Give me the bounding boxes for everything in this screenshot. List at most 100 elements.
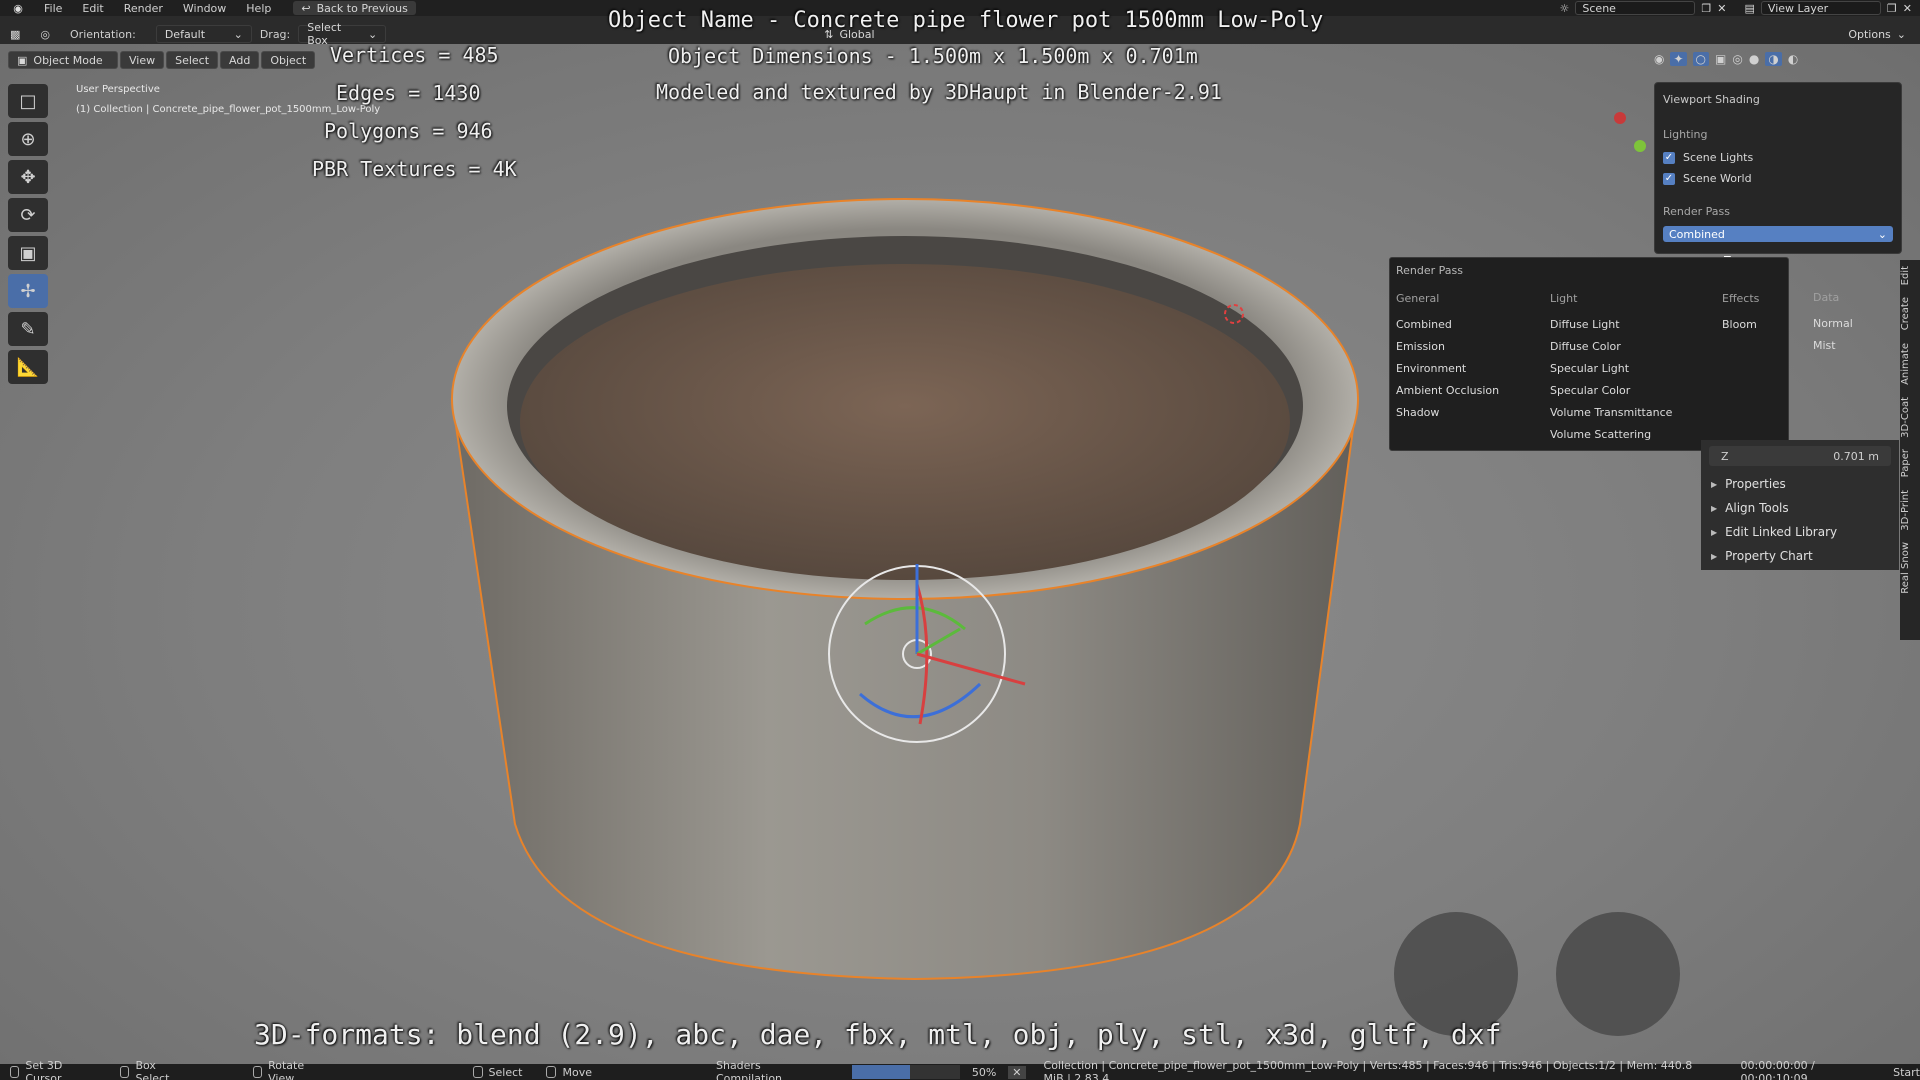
render-pass-item-diffuse-color[interactable]: Diffuse Color [1550, 336, 1700, 358]
cursor-tool-icon[interactable]: ⊕ [8, 122, 48, 156]
scene-icon[interactable]: ☼ [1560, 2, 1570, 15]
xray-icon[interactable]: ▣ [1715, 52, 1726, 66]
object-mode-icon: ▣ [17, 53, 28, 67]
select-menu[interactable]: Select [166, 51, 219, 69]
menu-window[interactable]: Window [173, 2, 236, 15]
annotate-tool-icon[interactable]: ✎ [8, 312, 48, 346]
transform-tool-icon[interactable]: ✢ [8, 274, 48, 308]
menu-render[interactable]: Render [114, 2, 173, 15]
render-pass-item-shadow[interactable]: Shadow [1396, 402, 1546, 424]
render-pass-item-ambient-occlusion[interactable]: Ambient Occlusion [1396, 380, 1546, 402]
mouse-right-icon [546, 1066, 557, 1078]
render-pass-general-column: General Combined Emission Environment Am… [1396, 292, 1546, 424]
wireframe-shading-icon[interactable]: ◎ [1732, 52, 1742, 66]
disclosure-triangle-icon: ▶ [1711, 479, 1718, 489]
perspective-label: User Perspective [76, 84, 160, 95]
panel-align-tools[interactable]: ▶ Align Tools [1701, 496, 1899, 520]
render-pass-item-specular-color[interactable]: Specular Color [1550, 380, 1700, 402]
chevron-down-icon: ⌄ [368, 27, 378, 41]
editor-type-icon[interactable]: ▩ [10, 28, 20, 41]
tab-edit[interactable]: Edit [1900, 260, 1911, 291]
copy-layer-icon[interactable]: ❐ [1887, 2, 1897, 15]
scene-statistics: Collection | Concrete_pipe_flower_pot_15… [1043, 1059, 1693, 1080]
menu-edit[interactable]: Edit [72, 2, 113, 15]
tool-settings-icon[interactable]: ◎ [40, 28, 50, 41]
orientation-dropdown[interactable]: Default ⌄ [155, 25, 252, 43]
mouse-left-icon [10, 1066, 20, 1078]
overlay-icon[interactable]: ○ [1692, 52, 1710, 66]
mouse-middle-icon [252, 1066, 263, 1078]
drag-label: Drag: [259, 27, 291, 41]
3d-viewport[interactable] [0, 44, 1920, 1064]
view-menu[interactable]: View [120, 51, 165, 69]
gizmo-icon[interactable]: ✦ [1670, 52, 1687, 66]
left-toolbar: □ ⊕ ✥ ⟳ ▣ ✢ ✎ 📐 [8, 84, 48, 384]
panel-edit-linked-library[interactable]: ▶ Edit Linked Library [1701, 520, 1899, 544]
tab-animate[interactable]: Animate [1900, 337, 1911, 391]
render-pass-item-diffuse-light[interactable]: Diffuse Light [1550, 314, 1700, 336]
chevron-down-icon: ⌄ [233, 27, 243, 41]
render-pass-item-normal[interactable]: Normal [1813, 313, 1893, 335]
tab-create[interactable]: Create [1900, 291, 1911, 336]
scene-lights-checkbox[interactable]: ✓ Scene Lights [1663, 151, 1893, 164]
polygons-caption: Polygons = 946 [324, 119, 493, 143]
drag-dropdown[interactable]: Select Box ⌄ [298, 21, 387, 47]
object-name-caption: Object Name - Concrete pipe flower pot 1… [608, 8, 1324, 33]
nav-pan-button [1556, 912, 1680, 1036]
scene-world-checkbox[interactable]: ✓ Scene World [1663, 172, 1893, 185]
flower-pot-render [450, 112, 1680, 1036]
solid-shading-icon[interactable]: ● [1749, 52, 1759, 66]
object-menu[interactable]: Object [261, 51, 316, 69]
material-shading-icon[interactable]: ◑ [1765, 52, 1782, 66]
lighting-section-label: Lighting [1663, 128, 1708, 141]
start-label: Start [1893, 1065, 1920, 1079]
rendered-shading-icon[interactable]: ◐ [1788, 52, 1798, 66]
scale-tool-icon[interactable]: ▣ [8, 236, 48, 270]
back-to-previous-button[interactable]: ↩ Back to Previous [293, 1, 416, 15]
tab-3d-print[interactable]: 3D-Print [1900, 484, 1911, 537]
orientation-label: Orientation: [70, 27, 136, 41]
scene-selector[interactable]: Scene [1575, 1, 1696, 15]
sidebar-n-panel: Z 0.701 m ▶ Properties ▶ Align Tools ▶ E… [1701, 440, 1899, 570]
panel-property-chart[interactable]: ▶ Property Chart [1701, 544, 1899, 568]
render-pass-item-mist[interactable]: Mist [1813, 335, 1893, 357]
tab-3d-coat[interactable]: 3D-Coat [1900, 391, 1911, 444]
close-scene-icon[interactable]: ✕ [1717, 2, 1726, 15]
render-pass-item-specular-light[interactable]: Specular Light [1550, 358, 1700, 380]
view-layer-selector[interactable]: View Layer [1760, 1, 1881, 15]
blender-logo-icon[interactable]: ◉ [10, 0, 26, 16]
visibility-icon[interactable]: ◉ [1654, 52, 1664, 66]
status-select: Select [488, 1065, 523, 1079]
render-pass-item-volume-scattering[interactable]: Volume Scattering [1550, 424, 1700, 446]
measure-tool-icon[interactable]: 📐 [8, 350, 48, 384]
cancel-icon[interactable]: ✕ [1008, 1065, 1026, 1079]
render-pass-item-emission[interactable]: Emission [1396, 336, 1546, 358]
disclosure-triangle-icon: ▶ [1711, 551, 1718, 561]
render-pass-dropdown[interactable]: Combined ⌄ [1663, 226, 1893, 242]
close-layer-icon[interactable]: ✕ [1903, 2, 1912, 15]
tab-real-snow[interactable]: Real Snow [1900, 536, 1911, 600]
dimension-z-field[interactable]: Z 0.701 m [1709, 446, 1891, 466]
rotate-tool-icon[interactable]: ⟳ [8, 198, 48, 232]
chevron-down-icon: ⌄ [1877, 227, 1887, 241]
render-pass-item-bloom[interactable]: Bloom [1722, 314, 1802, 336]
shaders-progress-bar [852, 1065, 960, 1079]
render-pass-menu-title: Render Pass [1396, 264, 1463, 277]
move-tool-icon[interactable]: ✥ [8, 160, 48, 194]
tab-paper[interactable]: Paper [1900, 443, 1911, 483]
copy-scene-icon[interactable]: ❐ [1701, 2, 1711, 15]
options-dropdown[interactable]: Options ⌄ [1840, 25, 1914, 43]
formats-caption: 3D-formats: blend (2.9), abc, dae, fbx, … [254, 1018, 1502, 1051]
select-box-tool-icon[interactable]: □ [8, 84, 48, 118]
view-layer-icon[interactable]: ▤ [1745, 2, 1755, 15]
menu-help[interactable]: Help [236, 2, 281, 15]
add-menu[interactable]: Add [220, 51, 260, 69]
menu-file[interactable]: File [34, 2, 72, 15]
mode-dropdown[interactable]: ▣ Object Mode [8, 51, 118, 69]
render-pass-light-column: Light Diffuse Light Diffuse Color Specul… [1550, 292, 1700, 446]
render-pass-item-combined[interactable]: Combined [1396, 314, 1546, 336]
render-pass-item-environment[interactable]: Environment [1396, 358, 1546, 380]
panel-properties[interactable]: ▶ Properties [1701, 472, 1899, 496]
render-pass-item-volume-transmittance[interactable]: Volume Transmittance [1550, 402, 1700, 424]
shaders-compilation-label: Shaders Compilation [715, 1059, 783, 1080]
